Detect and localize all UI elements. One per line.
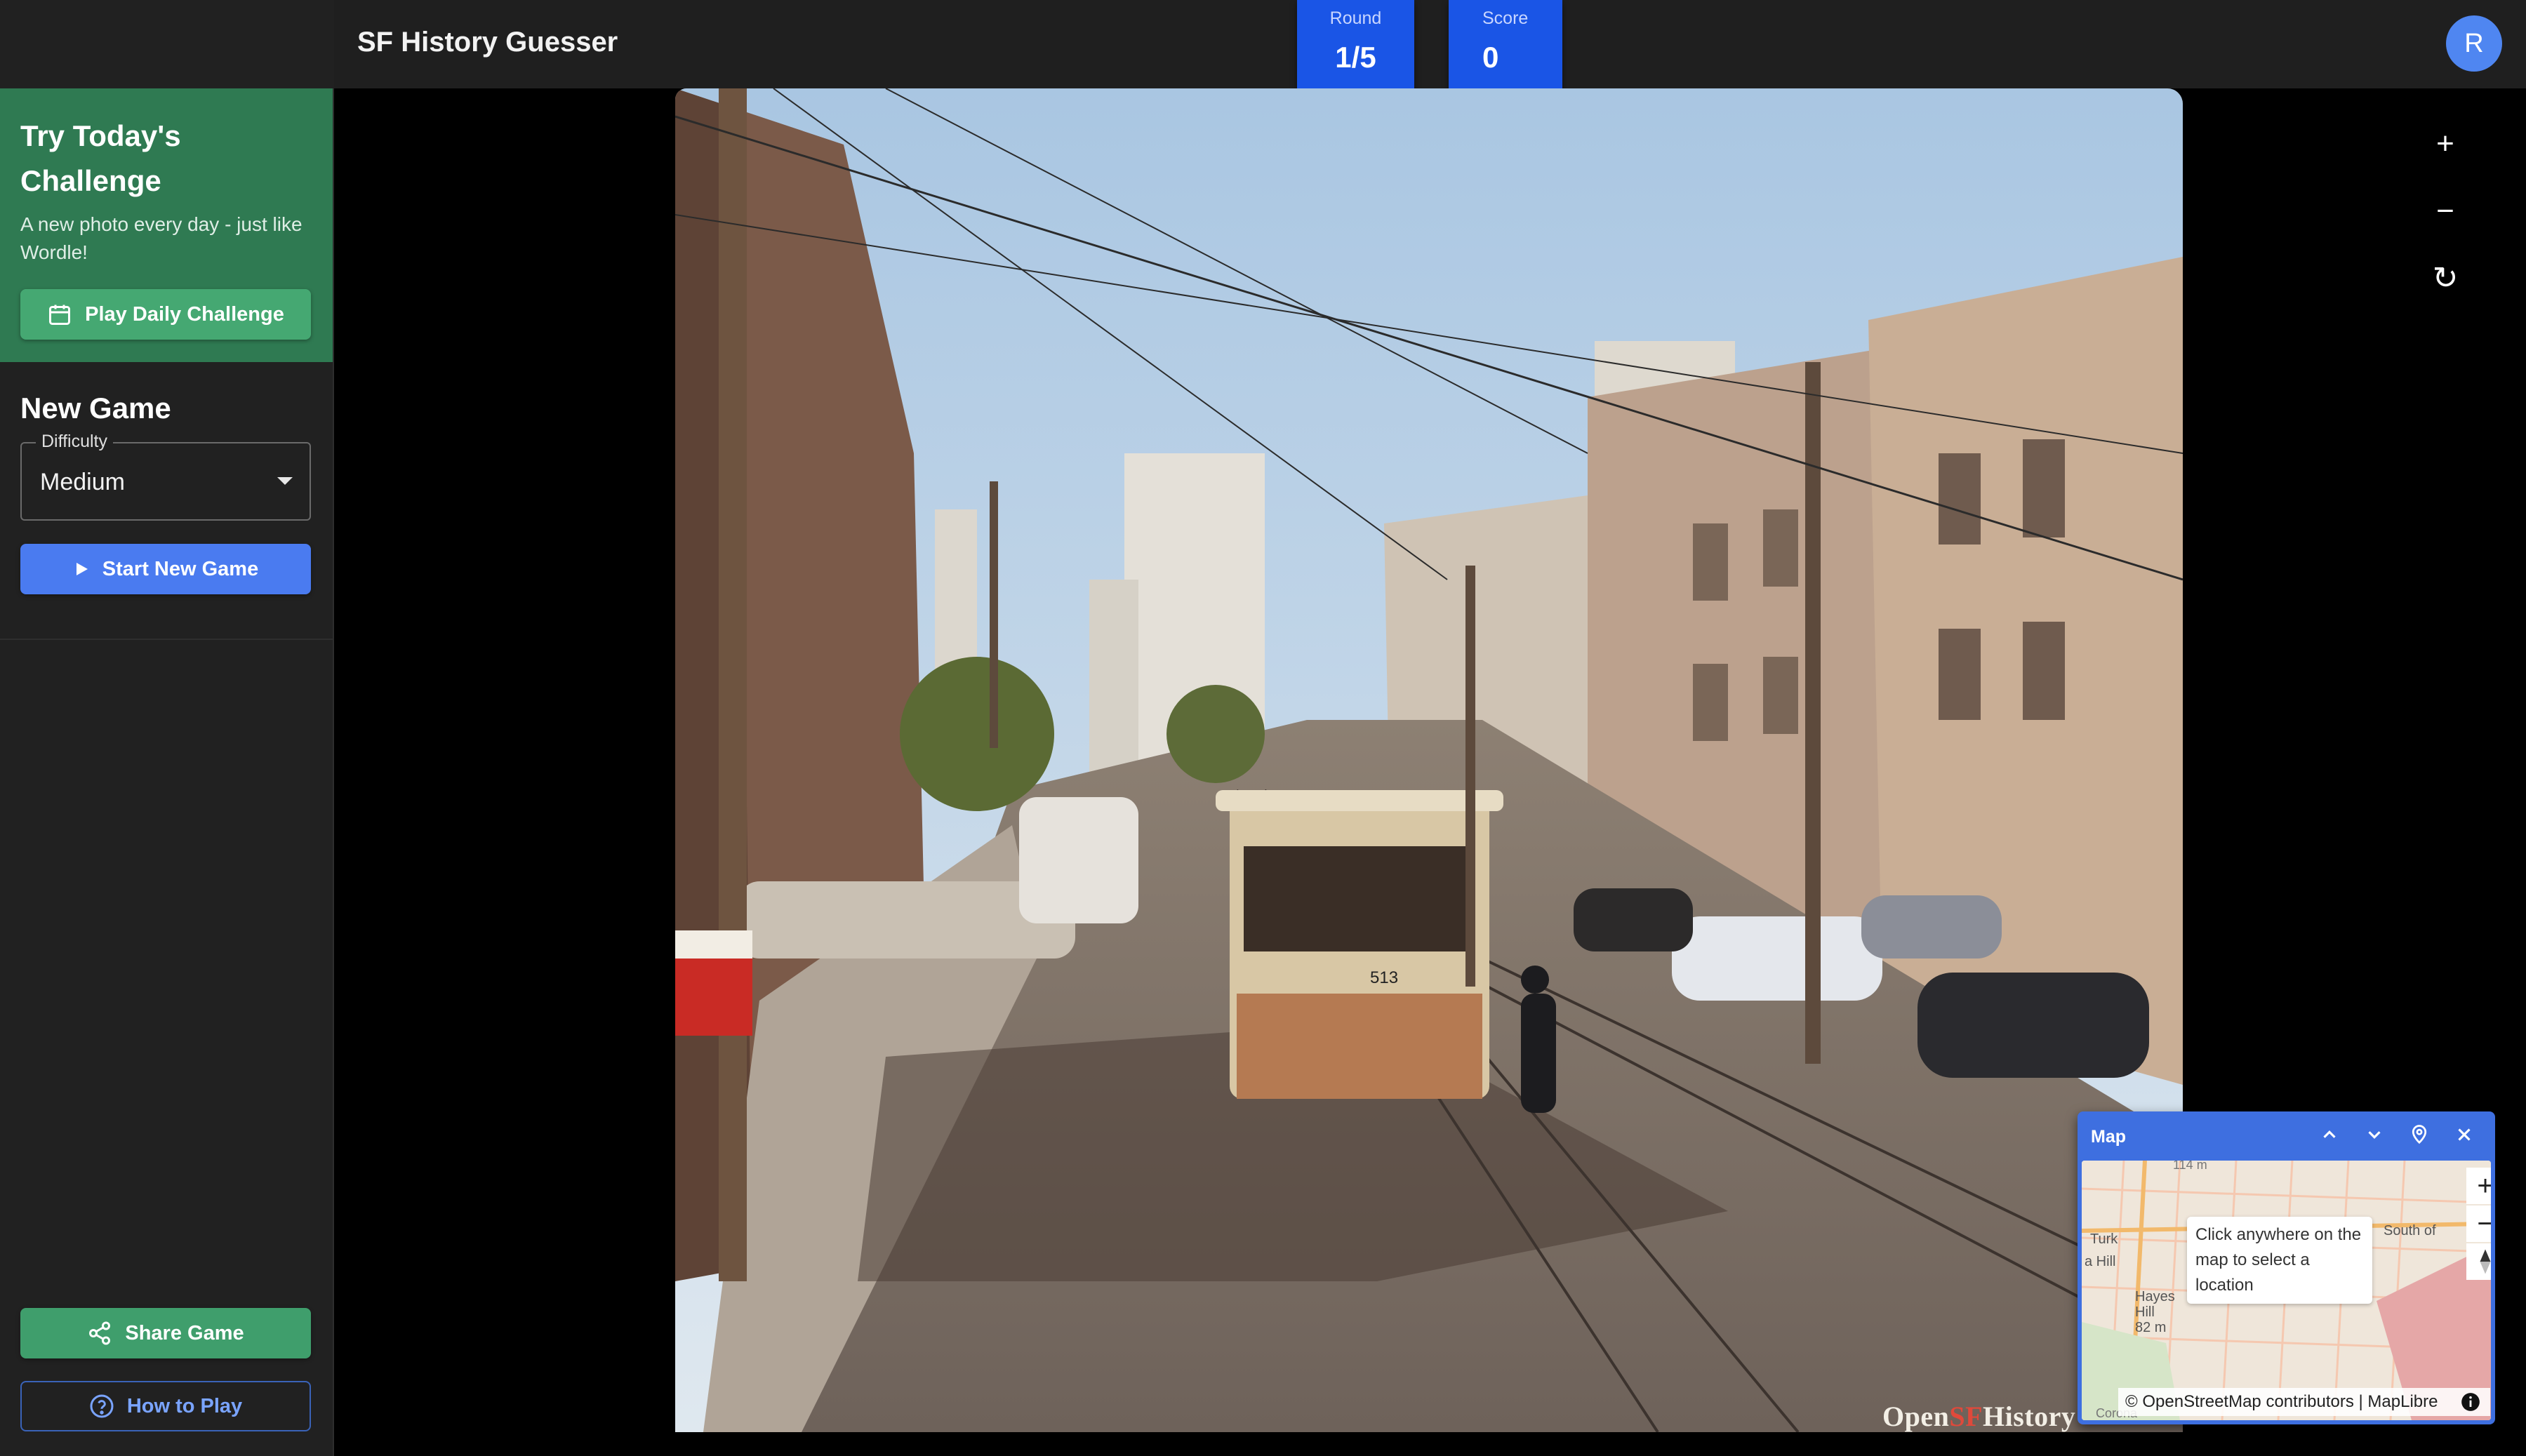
round-label: Round bbox=[1329, 8, 1382, 28]
reset-icon: ↻ bbox=[2432, 261, 2459, 295]
play-icon bbox=[76, 563, 88, 575]
cable-car-number: 513 bbox=[1370, 968, 1398, 987]
difficulty-value: Medium bbox=[40, 469, 125, 495]
help-circle-icon bbox=[90, 1394, 114, 1418]
close-icon[interactable] bbox=[2454, 1124, 2475, 1145]
user-avatar[interactable]: R bbox=[2446, 15, 2502, 72]
plus-icon: + bbox=[2436, 126, 2454, 161]
map-label-a-hill: a Hill bbox=[2085, 1254, 2115, 1269]
info-icon[interactable] bbox=[2461, 1392, 2480, 1412]
compass-icon bbox=[2480, 1249, 2491, 1274]
how-to-play-button[interactable]: How to Play bbox=[20, 1381, 311, 1431]
play-daily-challenge-label: Play Daily Challenge bbox=[85, 302, 284, 326]
difficulty-label: Difficulty bbox=[36, 432, 114, 452]
app-title: SF History Guesser bbox=[357, 27, 618, 58]
location-pin-icon[interactable] bbox=[2409, 1124, 2430, 1145]
caret-down-icon bbox=[277, 477, 293, 485]
how-to-play-label: How to Play bbox=[126, 1394, 243, 1417]
play-daily-challenge-button[interactable]: Play Daily Challenge bbox=[20, 289, 311, 340]
historical-photo[interactable]: 513 bbox=[675, 88, 2183, 1432]
daily-challenge-title: Try Today's Challenge bbox=[20, 119, 181, 197]
round-value: 1/5 bbox=[1335, 41, 1376, 74]
map-label-hayes: Hayes bbox=[2135, 1289, 2175, 1304]
map-header: Map bbox=[2078, 1111, 2495, 1159]
plus-icon: + bbox=[2477, 1170, 2491, 1201]
minus-icon: − bbox=[2477, 1208, 2491, 1239]
map-instruction-tooltip: Click anywhere on the map to select a lo… bbox=[2187, 1217, 2372, 1304]
photo-zoom-out-button[interactable]: − bbox=[2428, 194, 2462, 228]
map-zoom-in-button[interactable]: + bbox=[2466, 1168, 2491, 1204]
map-label-hill: Hill bbox=[2135, 1304, 2155, 1320]
calendar-icon bbox=[49, 305, 71, 325]
sidebar: Try Today's Challenge A new photo every … bbox=[0, 88, 334, 1456]
top-bar-left-cap bbox=[0, 0, 334, 88]
map-label-south-of: South of bbox=[2384, 1223, 2436, 1238]
start-new-game-button[interactable]: Start New Game bbox=[20, 544, 311, 594]
map-label-114m: 114 m bbox=[2173, 1161, 2207, 1172]
daily-challenge-card: Try Today's Challenge A new photo every … bbox=[0, 88, 333, 362]
share-icon bbox=[89, 1321, 111, 1345]
start-new-game-label: Start New Game bbox=[102, 557, 259, 580]
photo-credit-prefix: Open bbox=[1882, 1401, 1950, 1432]
minus-icon: − bbox=[2436, 194, 2454, 228]
map-attribution: © OpenStreetMap contributors | MapLibre bbox=[2118, 1388, 2490, 1416]
daily-challenge-subtitle: A new photo every day - just like Wordle… bbox=[20, 213, 303, 263]
photo-credit-suffix: History bbox=[1983, 1401, 2076, 1432]
map-title: Map bbox=[2091, 1127, 2126, 1147]
photo-zoom-in-button[interactable]: + bbox=[2428, 127, 2462, 161]
top-bar: SF History Guesser Round 1/5 Score 0 R bbox=[0, 0, 2526, 98]
map-compass-button[interactable] bbox=[2466, 1243, 2491, 1280]
score-label: Score bbox=[1482, 8, 1529, 28]
sidebar-divider bbox=[0, 639, 333, 640]
photo-reset-button[interactable]: ↻ bbox=[2428, 262, 2462, 295]
share-game-label: Share Game bbox=[125, 1321, 244, 1344]
map-attribution-text: © OpenStreetMap contributors | MapLibre bbox=[2125, 1392, 2438, 1411]
photo-scene: 513 bbox=[675, 88, 2183, 1432]
score-value: 0 bbox=[1482, 41, 1499, 74]
map-widget: Map Turk a Hill Hayes Hill 82 m South of… bbox=[2078, 1111, 2495, 1424]
chevron-down-icon[interactable] bbox=[2364, 1124, 2385, 1145]
map-label-turk: Turk bbox=[2090, 1231, 2118, 1247]
map-label-82m: 82 m bbox=[2135, 1320, 2166, 1335]
score-indicator: Score 0 bbox=[1449, 0, 1562, 98]
photo-credit-sf: SF bbox=[1949, 1401, 1983, 1432]
round-indicator: Round 1/5 bbox=[1297, 0, 1414, 98]
share-game-button[interactable]: Share Game bbox=[20, 1308, 311, 1358]
difficulty-select[interactable]: Difficulty Medium bbox=[20, 432, 311, 521]
photo-credit-watermark: OpenSFHistory bbox=[1882, 1400, 2075, 1433]
map-zoom-out-button[interactable]: − bbox=[2466, 1205, 2491, 1242]
map-canvas[interactable]: Turk a Hill Hayes Hill 82 m South of 114… bbox=[2082, 1161, 2491, 1420]
chevron-up-icon[interactable] bbox=[2319, 1124, 2340, 1145]
new-game-title: New Game bbox=[20, 392, 171, 425]
